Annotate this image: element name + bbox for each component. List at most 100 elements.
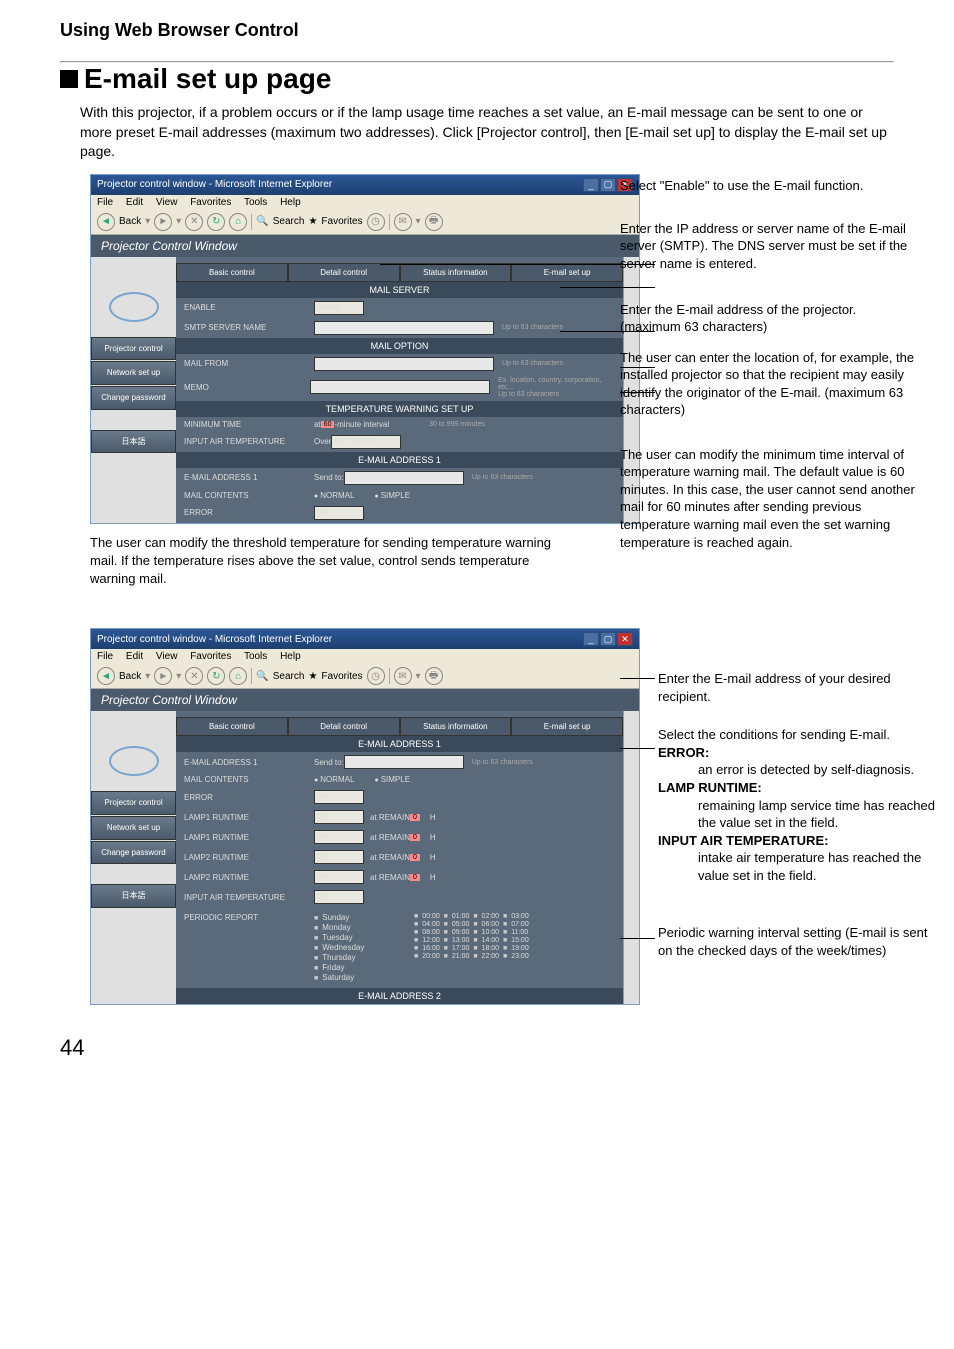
- lamp2r-val-b[interactable]: 0: [410, 874, 420, 881]
- search-label-2[interactable]: Search: [273, 671, 305, 682]
- forward-icon-2[interactable]: ►: [154, 667, 172, 685]
- sidebar-projector-control-2[interactable]: Projector control: [91, 791, 176, 815]
- history-icon[interactable]: ◷: [367, 213, 385, 231]
- favorites-label[interactable]: Favorites: [321, 216, 362, 227]
- sidebar-network-setup[interactable]: Network set up: [91, 361, 176, 385]
- note-memo: Ex. location, country, corporation, etc.…: [498, 377, 615, 398]
- maximize-button[interactable]: ▢: [600, 178, 616, 192]
- forward-icon[interactable]: ►: [154, 213, 172, 231]
- back-icon-2[interactable]: ◄: [97, 667, 115, 685]
- menu-edit-2[interactable]: Edit: [126, 651, 143, 662]
- tab-status[interactable]: Status information: [400, 263, 512, 282]
- menu-favorites[interactable]: Favorites: [190, 197, 231, 208]
- favorites-label-2[interactable]: Favorites: [321, 671, 362, 682]
- select-lamp1r-b[interactable]: OFF: [314, 830, 364, 844]
- radio-normal-2[interactable]: NORMAL: [314, 775, 354, 784]
- menu-bar[interactable]: File Edit View Favorites Tools Help: [91, 195, 639, 210]
- search-icon-2[interactable]: 🔍: [256, 671, 268, 682]
- menu-favorites-2[interactable]: Favorites: [190, 651, 231, 662]
- history-icon-2[interactable]: ◷: [367, 667, 385, 685]
- select-lamp1r-a[interactable]: OFF: [314, 810, 364, 824]
- lamp2r-val-a[interactable]: 0: [410, 854, 420, 861]
- tab-basic[interactable]: Basic control: [176, 263, 288, 282]
- refresh-icon-2[interactable]: ↻: [207, 667, 225, 685]
- search-label[interactable]: Search: [273, 216, 305, 227]
- input-memo[interactable]: [310, 380, 490, 394]
- menu-view-2[interactable]: View: [156, 651, 178, 662]
- tab-detail[interactable]: Detail control: [288, 263, 400, 282]
- tab-email[interactable]: E-mail set up: [511, 263, 623, 282]
- window-titlebar-2[interactable]: Projector control window - Microsoft Int…: [91, 629, 639, 649]
- input-mailfrom[interactable]: [314, 357, 494, 371]
- menu-tools-2[interactable]: Tools: [244, 651, 267, 662]
- tab-detail-2[interactable]: Detail control: [288, 717, 400, 736]
- times-grid[interactable]: ■00:00 ■01:00 ■02:00 ■03:00 ■04:00 ■05:0…: [414, 913, 533, 960]
- chk-thu[interactable]: ■: [314, 955, 318, 962]
- input-smtp[interactable]: [314, 321, 494, 335]
- radio-normal[interactable]: NORMAL: [314, 491, 354, 500]
- favorites-icon-2[interactable]: ★: [308, 671, 317, 682]
- chk-wed[interactable]: ■: [314, 945, 318, 952]
- menu-file-2[interactable]: File: [97, 651, 113, 662]
- maximize-button-2[interactable]: ▢: [600, 632, 616, 646]
- window-titlebar[interactable]: Projector control window - Microsoft Int…: [91, 175, 639, 195]
- print-icon[interactable]: 🖶: [425, 213, 443, 231]
- mail-icon[interactable]: ✉: [394, 213, 412, 231]
- ie-toolbar[interactable]: ◄ Back ▾ ► ▾ ✕ ↻ ⌂ 🔍 Search ★ Favorites …: [91, 210, 639, 235]
- sidebar-change-password-2[interactable]: Change password: [91, 841, 176, 865]
- chk-sat[interactable]: ■: [314, 975, 318, 982]
- radio-simple[interactable]: SIMPLE: [374, 491, 410, 500]
- select-enable[interactable]: Disable: [314, 301, 364, 315]
- lamp1r-val-a[interactable]: 0: [410, 814, 420, 821]
- input-email1-2[interactable]: [344, 755, 464, 769]
- back-label-2[interactable]: Back: [119, 671, 141, 682]
- mail-icon-2[interactable]: ✉: [394, 667, 412, 685]
- tab-email-2[interactable]: E-mail set up: [511, 717, 623, 736]
- back-icon[interactable]: ◄: [97, 213, 115, 231]
- select-error-2[interactable]: OFF: [314, 790, 364, 804]
- lamp1r-val-b[interactable]: 0: [410, 834, 420, 841]
- close-button-2[interactable]: ✕: [617, 632, 633, 646]
- ie-toolbar-2[interactable]: ◄ Back ▾ ► ▾ ✕ ↻ ⌂ 🔍 Search ★ Favorites …: [91, 664, 639, 689]
- back-label[interactable]: Back: [119, 216, 141, 227]
- menu-bar-2[interactable]: File Edit View Favorites Tools Help: [91, 649, 639, 664]
- vertical-scrollbar-2[interactable]: [623, 711, 639, 1004]
- tab-basic-2[interactable]: Basic control: [176, 717, 288, 736]
- select-error[interactable]: ON: [314, 506, 364, 520]
- home-icon-2[interactable]: ⌂: [229, 667, 247, 685]
- chk-mon[interactable]: ■: [314, 925, 318, 932]
- sidebar-network-setup-2[interactable]: Network set up: [91, 816, 176, 840]
- select-lamp2r-a[interactable]: OFF: [314, 850, 364, 864]
- menu-file[interactable]: File: [97, 197, 113, 208]
- sidebar-change-password[interactable]: Change password: [91, 386, 176, 410]
- select-temp[interactable]: 45° C/113° F: [331, 435, 401, 449]
- menu-view[interactable]: View: [156, 197, 178, 208]
- chk-fri[interactable]: ■: [314, 965, 318, 972]
- menu-tools[interactable]: Tools: [244, 197, 267, 208]
- home-icon[interactable]: ⌂: [229, 213, 247, 231]
- chk-tue[interactable]: ■: [314, 935, 318, 942]
- print-icon-2[interactable]: 🖶: [425, 667, 443, 685]
- sidebar-japanese[interactable]: 日本語: [91, 430, 176, 454]
- input-email1[interactable]: [344, 471, 464, 485]
- stop-icon[interactable]: ✕: [185, 213, 203, 231]
- select-lamp2r-b[interactable]: OFF: [314, 870, 364, 884]
- radio-simple-2[interactable]: SIMPLE: [374, 775, 410, 784]
- select-inputair-2[interactable]: OFF: [314, 890, 364, 904]
- tab-status-2[interactable]: Status information: [400, 717, 512, 736]
- section-addr1: E-MAIL ADDRESS 1: [176, 452, 623, 468]
- chk-sun[interactable]: ■: [314, 915, 318, 922]
- minimize-button[interactable]: _: [583, 178, 599, 192]
- search-icon[interactable]: 🔍: [256, 216, 268, 227]
- menu-help[interactable]: Help: [280, 197, 301, 208]
- refresh-icon[interactable]: ↻: [207, 213, 225, 231]
- menu-help-2[interactable]: Help: [280, 651, 301, 662]
- input-mintime[interactable]: 60: [321, 421, 335, 428]
- sidebar-projector-control[interactable]: Projector control: [91, 337, 176, 361]
- menu-edit[interactable]: Edit: [126, 197, 143, 208]
- favorites-icon[interactable]: ★: [308, 216, 317, 227]
- sidebar-japanese-2[interactable]: 日本語: [91, 884, 176, 908]
- minimize-button-2[interactable]: _: [583, 632, 599, 646]
- stop-icon-2[interactable]: ✕: [185, 667, 203, 685]
- page-title: E-mail set up page: [60, 63, 894, 95]
